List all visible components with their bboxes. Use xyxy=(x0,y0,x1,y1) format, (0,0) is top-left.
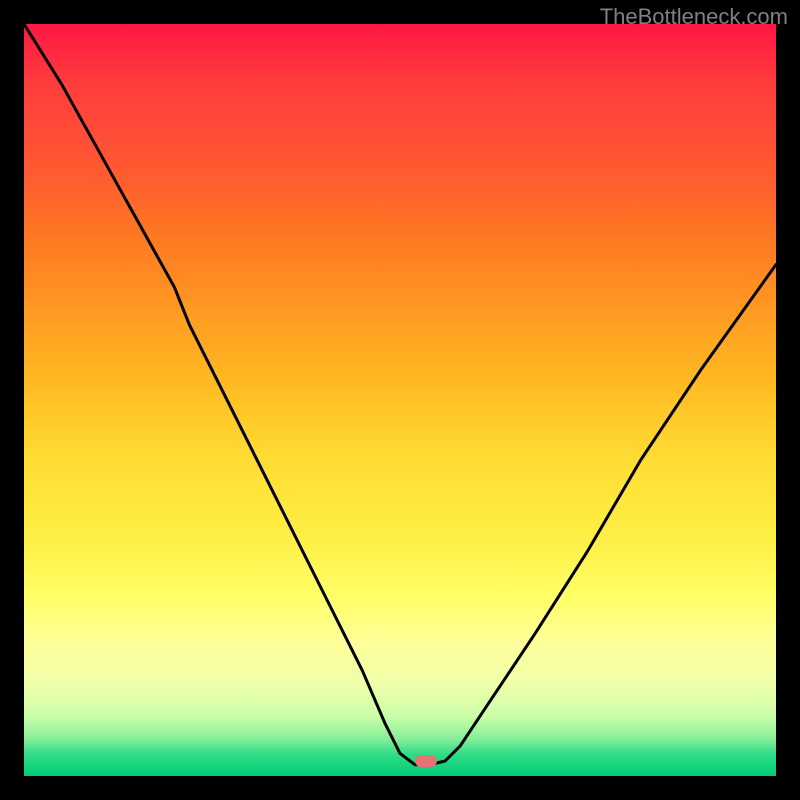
optimal-marker-icon xyxy=(415,755,437,767)
watermark-text: TheBottleneck.com xyxy=(600,4,788,30)
plot-area xyxy=(24,24,776,776)
chart-curve xyxy=(24,24,776,776)
